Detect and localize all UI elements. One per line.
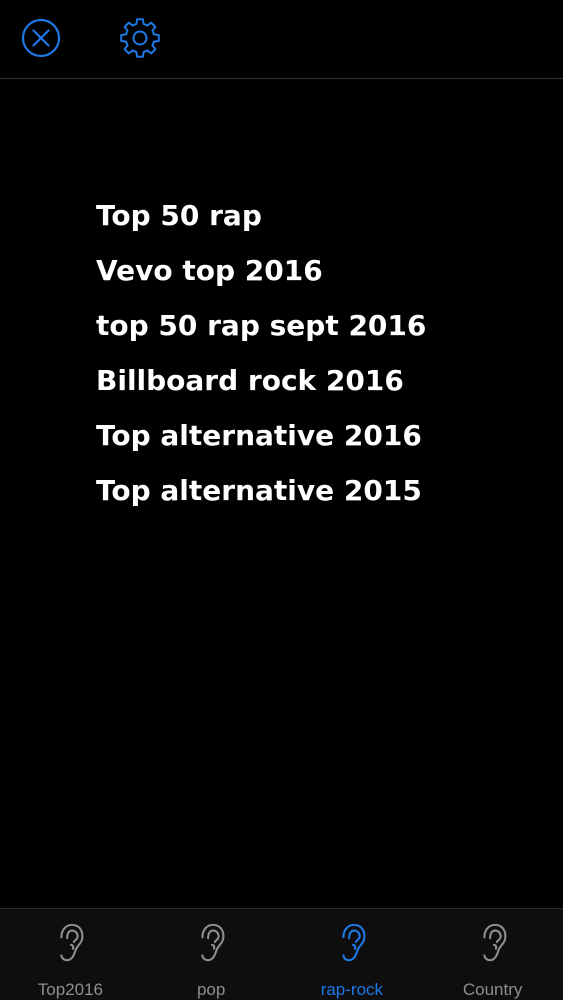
ear-icon (482, 923, 507, 962)
playlist-item[interactable]: Vevo top 2016 (96, 243, 426, 298)
ear-icon (201, 923, 225, 962)
tab-pop[interactable]: pop (141, 909, 282, 1000)
ear-icon (342, 923, 366, 962)
tab-label: Country (462, 980, 523, 999)
playlist-item[interactable]: top 50 rap sept 2016 (96, 298, 426, 353)
tab-label: Top2016 (37, 980, 103, 999)
close-circle-icon (21, 18, 61, 58)
top-bar (0, 0, 563, 79)
gear-outline (120, 18, 160, 58)
tab-label: pop (196, 980, 226, 999)
playlist-item[interactable]: Top alternative 2016 (96, 408, 426, 463)
gear-icon (120, 18, 160, 58)
playlist-item[interactable]: Top alternative 2015 (96, 463, 426, 518)
tab-top2016[interactable]: Top2016 (0, 909, 141, 1000)
playlist-list: Top 50 rap Vevo top 2016 top 50 rap sept… (96, 188, 426, 518)
tab-rap-rock[interactable]: rap-rock (282, 909, 423, 1000)
playlist-item[interactable]: Top 50 rap (96, 188, 426, 243)
close-button[interactable] (18, 15, 64, 61)
tab-country[interactable]: Country (422, 909, 563, 1000)
playlist-item[interactable]: Billboard rock 2016 (96, 353, 426, 408)
settings-button[interactable] (117, 15, 163, 61)
ear-icon (60, 923, 84, 962)
tab-label: rap-rock (320, 980, 384, 999)
tab-bar: Top2016 pop rap-rock Country (0, 908, 563, 1000)
